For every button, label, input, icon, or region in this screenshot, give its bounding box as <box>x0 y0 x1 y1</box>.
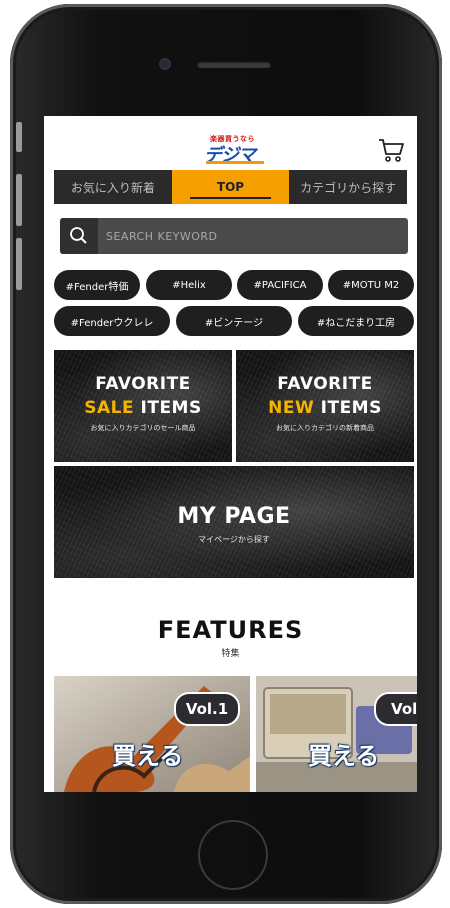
tab-top[interactable]: TOP <box>171 170 290 204</box>
search-icon <box>70 227 87 244</box>
my-page-title: MY PAGE <box>177 504 291 529</box>
tag-nekodamari[interactable]: #ねこだまり工房 <box>298 306 414 336</box>
search-bar <box>60 218 408 254</box>
tag-pacifica[interactable]: #PACIFICA <box>237 270 323 300</box>
volume-up-button <box>16 174 22 226</box>
search-button[interactable] <box>60 218 98 254</box>
earpiece-speaker <box>197 61 271 68</box>
tag-motu-m2[interactable]: #MOTU M2 <box>328 270 414 300</box>
tag-fender-ukulele[interactable]: #Fenderウクレレ <box>54 306 170 336</box>
logo[interactable]: 楽器買うなら デジマート <box>204 134 268 192</box>
favorite-new-banner[interactable]: FAVORITE NEW ITEMS お気に入りカテゴリの新着商品 <box>236 350 414 462</box>
tab-bar: お気に入り新着 TOP カテゴリから探す <box>54 170 407 204</box>
tag-fender-sale[interactable]: #Fender特価 <box>54 270 140 300</box>
banner-line1: FAVORITE <box>95 374 191 394</box>
front-camera <box>159 58 171 70</box>
tab-favorites-new[interactable]: お気に入り新着 <box>54 170 172 204</box>
banner-line2: NEW ITEMS <box>268 398 382 418</box>
tab-category[interactable]: カテゴリから探す <box>289 170 407 204</box>
tag-helix[interactable]: #Helix <box>146 270 232 300</box>
logo-underline <box>206 161 264 164</box>
app-screen: 楽器買うなら デジマート お気に入り新着 TOP カテゴリから探す #Fende… <box>44 116 417 792</box>
search-input[interactable] <box>106 218 396 254</box>
feature-caption: 買える <box>308 742 380 770</box>
volume-badge: Vol.1 <box>174 692 240 726</box>
cart-icon[interactable] <box>377 136 405 164</box>
volume-down-button <box>16 238 22 290</box>
features-subheading: 特集 <box>221 649 240 659</box>
favorite-sale-banner[interactable]: FAVORITE SALE ITEMS お気に入りカテゴリのセール商品 <box>54 350 232 462</box>
banner-subtitle: お気に入りカテゴリの新着商品 <box>276 424 374 432</box>
banner-line1: FAVORITE <box>277 374 373 394</box>
banner-line2: SALE ITEMS <box>84 398 202 418</box>
my-page-banner[interactable]: MY PAGE マイページから探す <box>54 466 414 578</box>
tag-vintage[interactable]: #ビンテージ <box>176 306 292 336</box>
feature-card-vol1[interactable]: Vol.1 買える <box>54 676 250 792</box>
feature-caption: 買える <box>112 742 184 770</box>
app-header: 楽器買うなら デジマート <box>44 116 417 192</box>
volume-badge: Vol. <box>374 692 417 726</box>
home-button[interactable] <box>198 820 268 890</box>
feature-card-vol2[interactable]: Vol. 買える <box>256 676 417 792</box>
my-page-subtitle: マイページから探す <box>198 535 270 544</box>
features-heading: FEATURES <box>157 616 304 644</box>
mute-switch <box>16 122 22 152</box>
banner-subtitle: お気に入りカテゴリのセール商品 <box>90 424 196 432</box>
